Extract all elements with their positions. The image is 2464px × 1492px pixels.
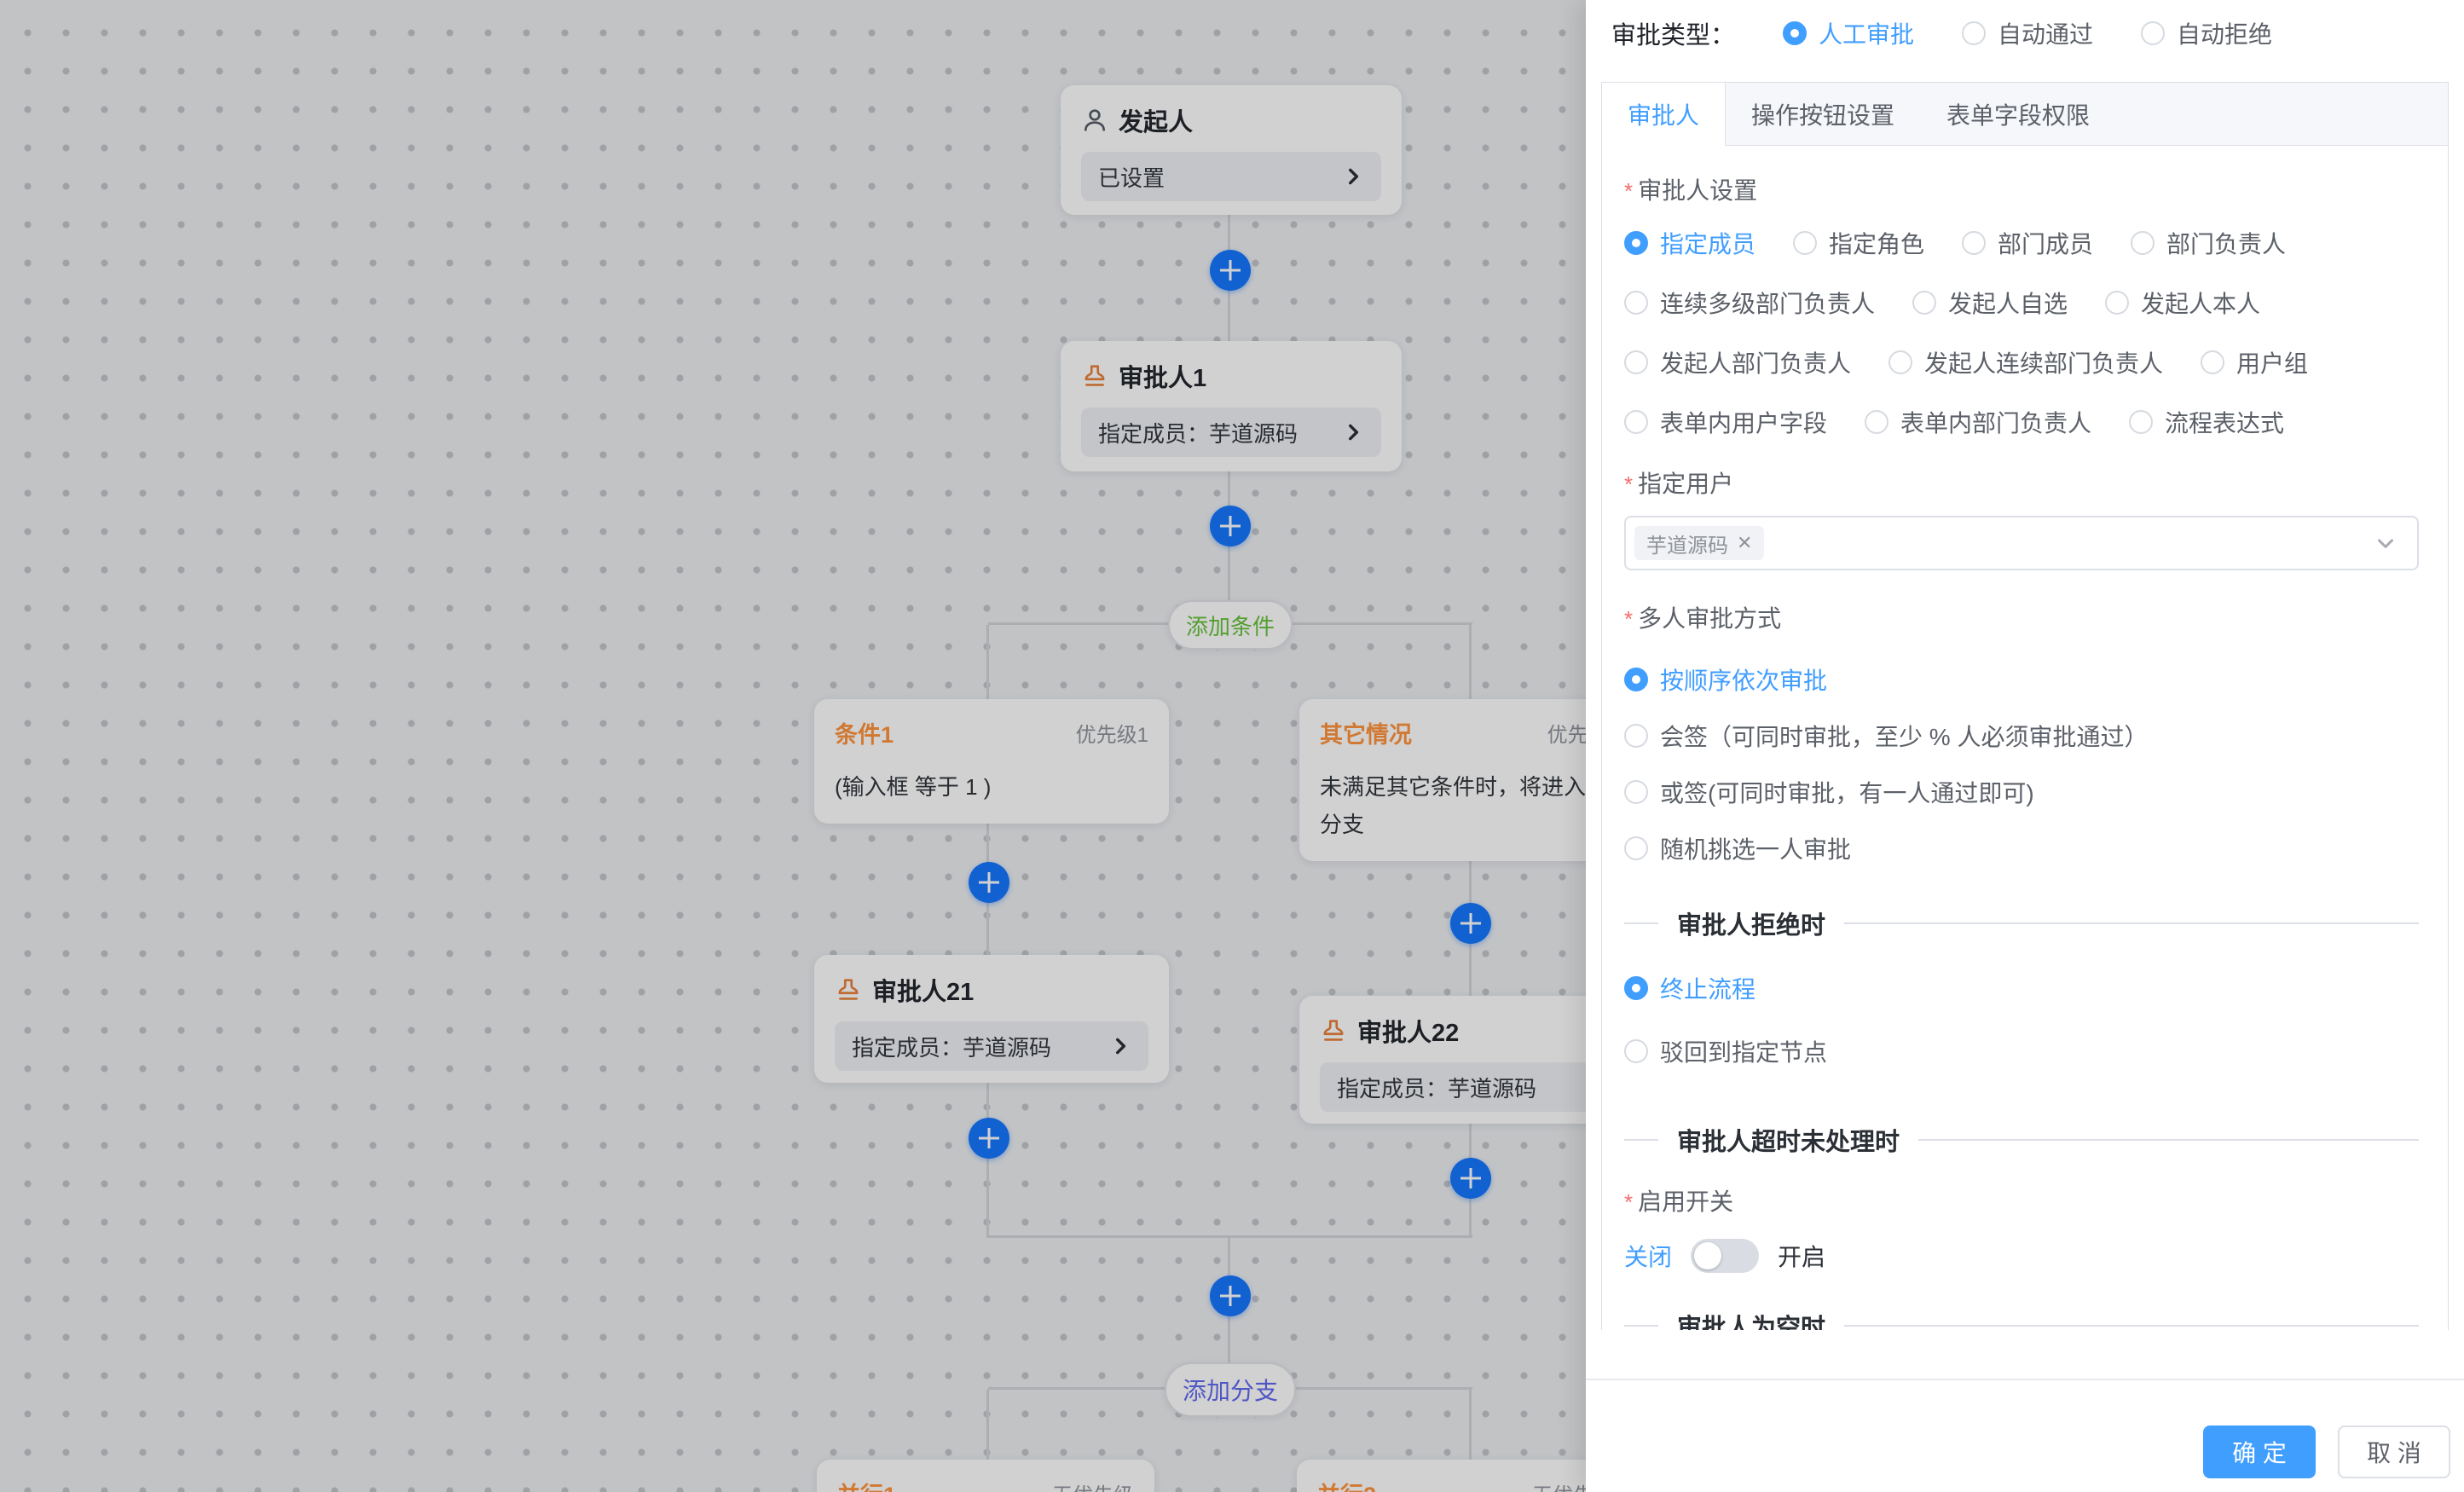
radio-icon bbox=[1624, 410, 1648, 434]
radio-flow-expression[interactable]: 流程表达式 bbox=[2129, 405, 2284, 439]
radio-icon bbox=[1624, 668, 1648, 691]
radio-icon bbox=[2201, 350, 2224, 374]
radio-auto-pass[interactable]: 自动通过 bbox=[1962, 16, 2093, 50]
radio-icon bbox=[2105, 291, 2129, 315]
multi-mode-option: 按顺序依次审批 bbox=[1624, 662, 2419, 697]
tag-close-icon[interactable]: ✕ bbox=[1737, 534, 1752, 552]
radio-icon bbox=[1962, 231, 1986, 255]
radio-icon bbox=[2129, 410, 2153, 434]
radio-icon bbox=[1865, 410, 1888, 434]
workflow-designer: 发起人 已设置 审批人1 指定成员：芋道源码 bbox=[0, 0, 2464, 1492]
multi-mode-option: 会签（可同时审批，至少 % 人必须审批通过） bbox=[1624, 719, 2419, 753]
settings-tabs-card: 审批人 操作按钮设置 表单字段权限 *审批人设置 指定成员 指定角色 部门成员 … bbox=[1601, 82, 2449, 1330]
radio-icon bbox=[1624, 780, 1648, 804]
radio-countersign[interactable]: 会签（可同时审批，至少 % 人必须审批通过） bbox=[1624, 719, 2148, 753]
radio-icon bbox=[1624, 291, 1648, 315]
drawer-footer: 确 定 取 消 bbox=[1586, 1379, 2464, 1492]
radio-return-to-node[interactable]: 驳回到指定节点 bbox=[1624, 1034, 1827, 1068]
timeout-toggle[interactable] bbox=[1691, 1239, 1759, 1273]
assign-user-label: *指定用户 bbox=[1624, 470, 2419, 499]
radio-user-group[interactable]: 用户组 bbox=[2201, 345, 2308, 379]
radio-icon bbox=[1912, 291, 1936, 315]
tab-body: *审批人设置 指定成员 指定角色 部门成员 部门负责人 连续多级部门负责人 发起… bbox=[1602, 146, 2448, 1330]
radio-icon bbox=[1624, 1039, 1648, 1063]
approve-type-row: 审批类型： 人工审批 自动通过 自动拒绝 bbox=[1586, 0, 2464, 51]
radio-icon bbox=[1624, 976, 1648, 1000]
multi-mode-label: *多人审批方式 bbox=[1624, 604, 2419, 633]
tab-form-permissions[interactable]: 表单字段权限 bbox=[1921, 83, 2116, 145]
radio-assign-role[interactable]: 指定角色 bbox=[1793, 226, 1924, 260]
radio-icon bbox=[1783, 21, 1807, 45]
radio-assign-member[interactable]: 指定成员 bbox=[1624, 226, 1755, 260]
tab-action-buttons[interactable]: 操作按钮设置 bbox=[1726, 83, 1921, 145]
tab-approver[interactable]: 审批人 bbox=[1602, 83, 1726, 146]
radio-icon bbox=[1962, 21, 1986, 45]
radio-orsign[interactable]: 或签(可同时审批，有一人通过即可) bbox=[1624, 775, 2034, 809]
radio-dept-leader[interactable]: 部门负责人 bbox=[2131, 226, 2286, 260]
chevron-down-icon bbox=[2373, 530, 2398, 556]
radio-icon bbox=[1888, 350, 1912, 374]
approve-type-label: 审批类型： bbox=[1611, 15, 1735, 51]
empty-section-divider: 审批人为空时 bbox=[1624, 1309, 2419, 1330]
approver-setting-row3: 发起人部门负责人 发起人连续部门负责人 用户组 bbox=[1624, 345, 2419, 379]
radio-icon bbox=[1624, 231, 1648, 255]
radio-auto-reject[interactable]: 自动拒绝 bbox=[2141, 16, 2272, 50]
radio-form-user-field[interactable]: 表单内用户字段 bbox=[1624, 405, 1827, 439]
switch-on-label: 开启 bbox=[1778, 1239, 1825, 1273]
radio-icon bbox=[1624, 350, 1648, 374]
radio-starter-multi-dept-leader[interactable]: 发起人连续部门负责人 bbox=[1888, 345, 2163, 379]
approver-setting-row2: 连续多级部门负责人 发起人自选 发起人本人 bbox=[1624, 286, 2419, 320]
toggle-knob bbox=[1694, 1242, 1721, 1269]
radio-icon bbox=[1624, 724, 1648, 748]
cancel-button[interactable]: 取 消 bbox=[2338, 1425, 2450, 1478]
reject-option: 驳回到指定节点 bbox=[1624, 1034, 2419, 1068]
radio-random-one[interactable]: 随机挑选一人审批 bbox=[1624, 831, 1851, 865]
confirm-button[interactable]: 确 定 bbox=[2203, 1425, 2316, 1478]
approver-settings-drawer: 审批类型： 人工审批 自动通过 自动拒绝 审批人 操作按钮设置 表单字段权限 bbox=[1586, 0, 2464, 1492]
approver-setting-row1: 指定成员 指定角色 部门成员 部门负责人 bbox=[1624, 226, 2419, 260]
radio-icon bbox=[2131, 231, 2155, 255]
multi-mode-option: 或签(可同时审批，有一人通过即可) bbox=[1624, 775, 2419, 809]
radio-icon bbox=[1793, 231, 1817, 255]
assign-user-select[interactable]: 芋道源码 ✕ bbox=[1624, 516, 2419, 570]
approver-setting-label: *审批人设置 bbox=[1624, 176, 2419, 205]
radio-sequential[interactable]: 按顺序依次审批 bbox=[1624, 662, 1827, 697]
reject-option: 终止流程 bbox=[1624, 971, 2419, 1005]
radio-starter-dept-leader[interactable]: 发起人部门负责人 bbox=[1624, 345, 1851, 379]
multi-mode-option: 随机挑选一人审批 bbox=[1624, 831, 2419, 865]
radio-multi-level-dept-leader[interactable]: 连续多级部门负责人 bbox=[1624, 286, 1875, 320]
radio-dept-member[interactable]: 部门成员 bbox=[1962, 226, 2093, 260]
approver-setting-row4: 表单内用户字段 表单内部门负责人 流程表达式 bbox=[1624, 405, 2419, 439]
timeout-section-divider: 审批人超时未处理时 bbox=[1624, 1123, 2419, 1157]
user-tag: 芋道源码 ✕ bbox=[1634, 526, 1764, 560]
radio-starter-self[interactable]: 发起人本人 bbox=[2105, 286, 2260, 320]
radio-terminate-flow[interactable]: 终止流程 bbox=[1624, 971, 1755, 1005]
radio-icon bbox=[1624, 836, 1648, 860]
timeout-switch-row: 关闭 开启 bbox=[1624, 1237, 2419, 1275]
radio-form-dept-leader[interactable]: 表单内部门负责人 bbox=[1865, 405, 2091, 439]
switch-off-label: 关闭 bbox=[1624, 1239, 1672, 1273]
radio-starter-select[interactable]: 发起人自选 bbox=[1912, 286, 2068, 320]
enable-switch-label: *启用开关 bbox=[1624, 1188, 2419, 1217]
reject-section-divider: 审批人拒绝时 bbox=[1624, 906, 2419, 940]
radio-manual-approve[interactable]: 人工审批 bbox=[1783, 16, 1914, 50]
radio-icon bbox=[2141, 21, 2165, 45]
tab-header: 审批人 操作按钮设置 表单字段权限 bbox=[1602, 83, 2448, 146]
